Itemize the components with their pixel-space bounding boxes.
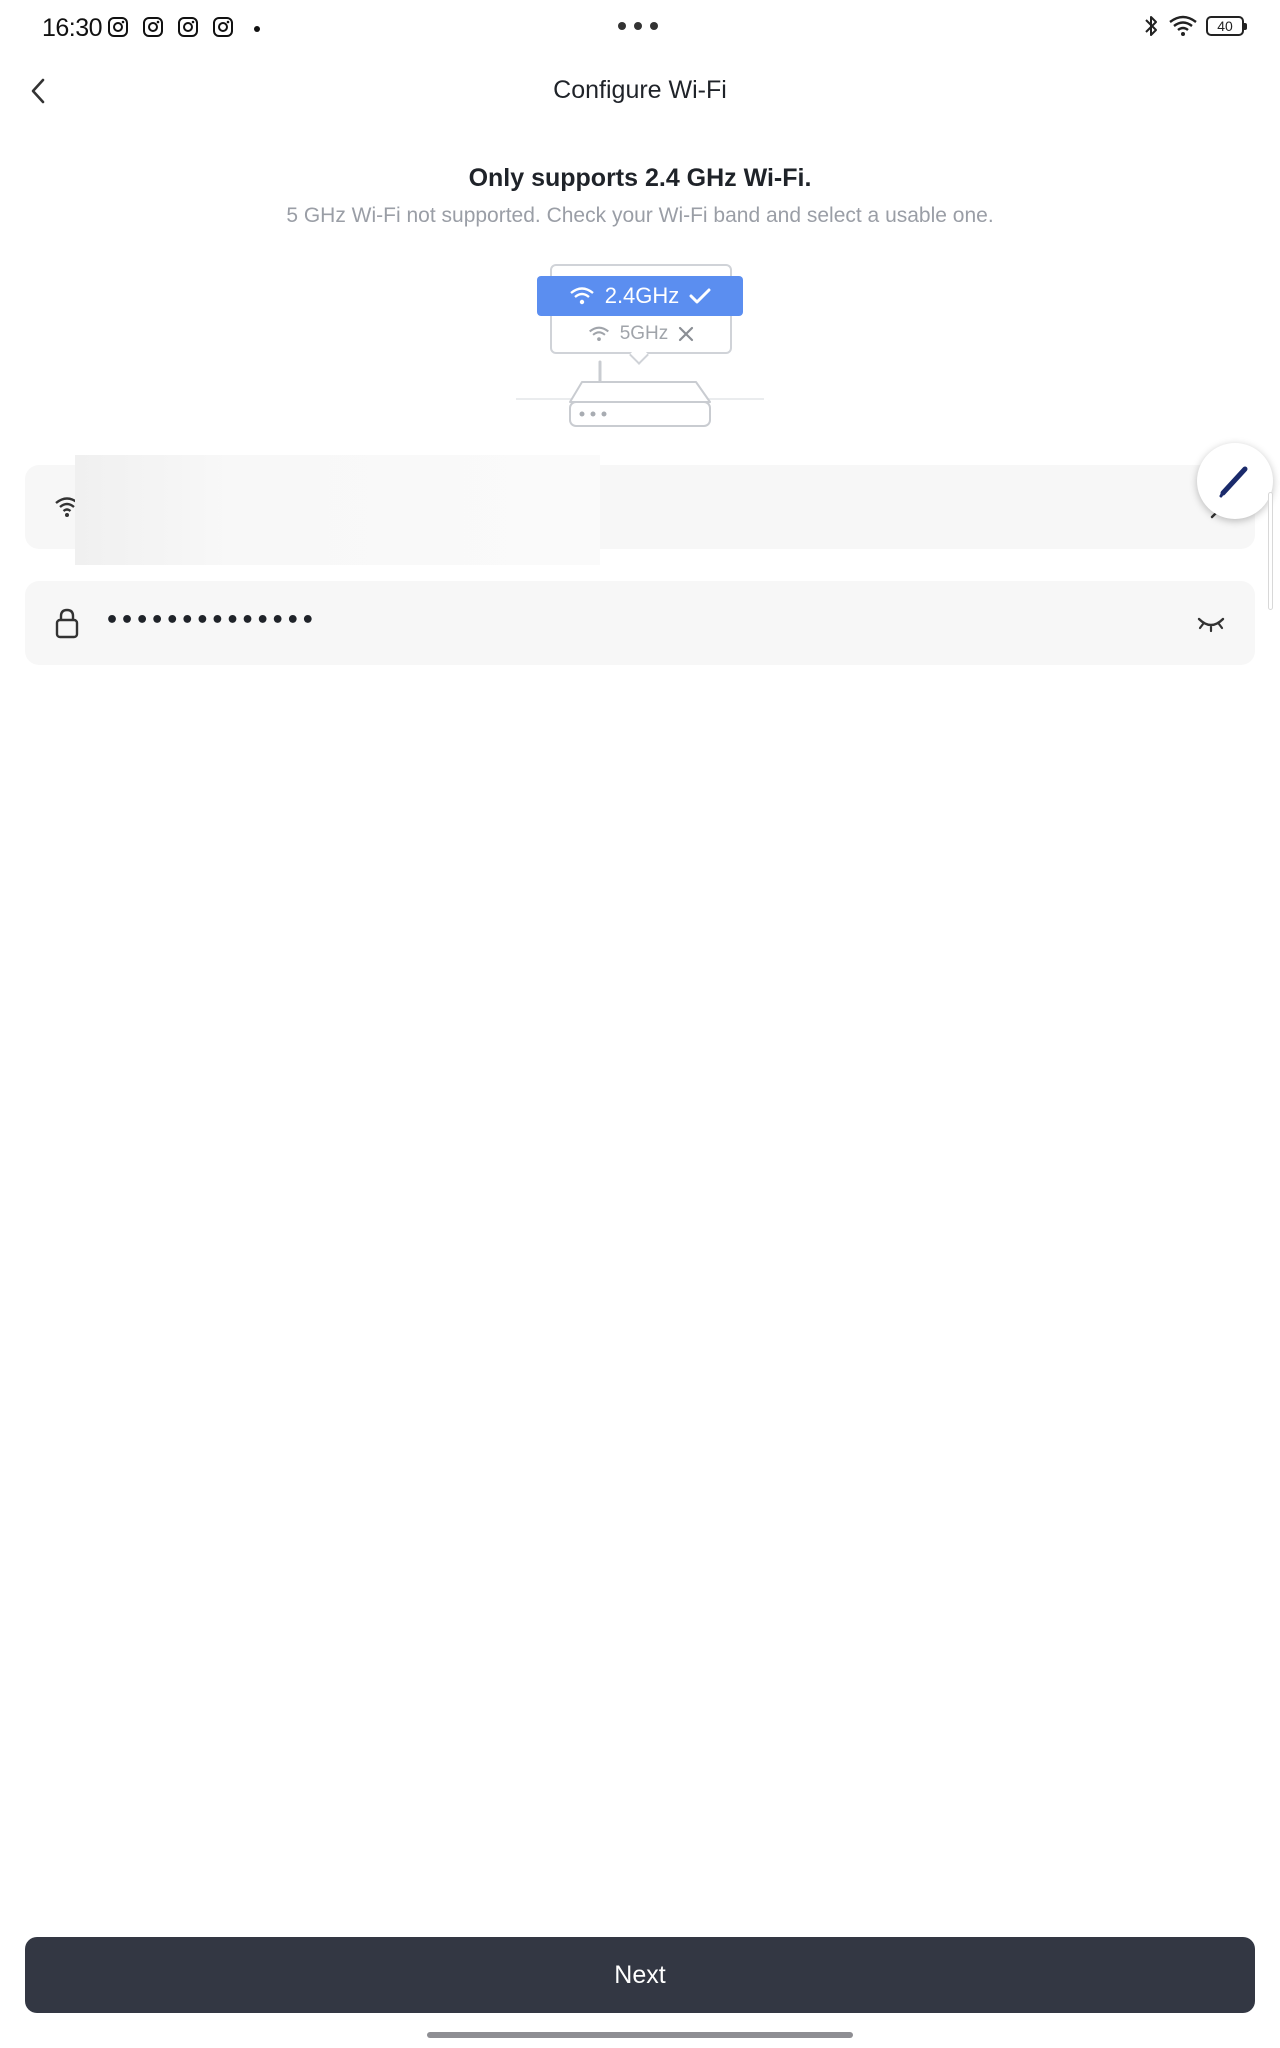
instagram-icon	[178, 17, 198, 37]
home-indicator[interactable]	[427, 2032, 853, 2038]
header: Configure Wi-Fi	[0, 62, 1280, 122]
wifi-icon	[1169, 15, 1197, 36]
router-icon	[516, 360, 764, 427]
wifi-icon	[588, 326, 609, 341]
pencil-icon	[1219, 466, 1248, 498]
close-icon	[679, 326, 694, 342]
instagram-icon	[108, 17, 128, 37]
configure-wifi-screen: 16:30 40 Configure Wi-Fi Only supports 2…	[0, 0, 1280, 2048]
instagram-icon	[143, 17, 163, 37]
next-button[interactable]: Next	[25, 1937, 1255, 2013]
router-band-illustration: 2.4GHz 5GHz	[512, 260, 768, 440]
password-field[interactable]: ••••••••••••••	[25, 581, 1255, 665]
eye-closed-icon[interactable]	[1195, 609, 1227, 637]
wifi-network-field[interactable]	[25, 455, 1255, 565]
system-icons: 40	[1142, 14, 1247, 38]
bluetooth-icon	[1145, 16, 1157, 36]
status-time: 16:30	[42, 14, 103, 42]
wifi-icon	[569, 287, 594, 305]
band-24ghz-label: 2.4GHz	[604, 283, 680, 308]
password-value[interactable]: ••••••••••••••	[105, 608, 316, 633]
band-5ghz-option: 5GHz	[550, 316, 732, 352]
status-bar: 16:30 40	[0, 0, 1280, 56]
scrollbar[interactable]	[1268, 492, 1273, 610]
band-5ghz-label: 5GHz	[619, 323, 669, 344]
battery-icon: 40	[1206, 16, 1247, 36]
band-24ghz-option: 2.4GHz	[537, 276, 743, 316]
notice-title: Only supports 2.4 GHz Wi-Fi.	[468, 164, 812, 192]
network-name-redacted	[75, 455, 600, 565]
instagram-icon	[213, 17, 233, 37]
check-icon	[689, 288, 711, 304]
lock-icon	[49, 605, 85, 641]
notification-icons	[107, 16, 234, 38]
notification-dot	[254, 26, 260, 32]
page-title: Configure Wi-Fi	[553, 76, 727, 104]
notice-subtitle: 5 GHz Wi-Fi not supported. Check your Wi…	[286, 204, 994, 227]
more-dots-icon[interactable]	[618, 22, 658, 30]
edit-floating-button[interactable]	[1197, 443, 1273, 519]
